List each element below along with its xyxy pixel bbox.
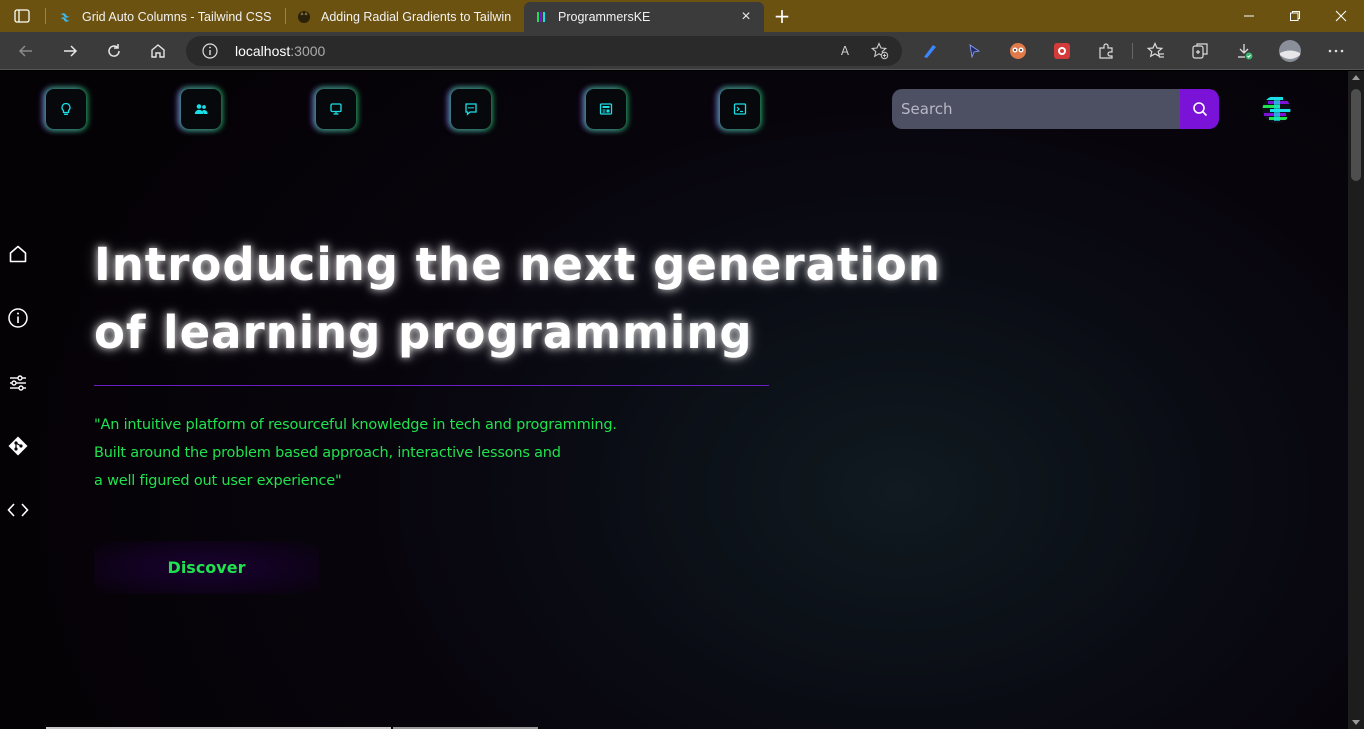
- browser-tab-bar: Grid Auto Columns - Tailwind CSS Adding …: [0, 0, 1364, 32]
- github-icon: [297, 10, 311, 24]
- face-extension-icon[interactable]: [1008, 41, 1028, 61]
- terminal-icon: [733, 103, 747, 115]
- tab-radial-gradients[interactable]: Adding Radial Gradients to Tailwind: [287, 2, 521, 32]
- bulb-icon: [61, 102, 71, 115]
- new-tab-button[interactable]: +: [770, 4, 794, 28]
- favorites-icon[interactable]: [1146, 41, 1166, 61]
- nav-courses-button[interactable]: [316, 89, 356, 129]
- tab-separator: [45, 8, 46, 24]
- extensions-puzzle-icon[interactable]: [1096, 41, 1116, 61]
- code-icon: [7, 503, 29, 517]
- more-options-icon[interactable]: [1326, 41, 1346, 61]
- close-window-button[interactable]: [1318, 0, 1364, 32]
- hero-title-line: of learning programming: [94, 306, 753, 359]
- nav-ideas-button[interactable]: [46, 89, 86, 129]
- url-host: localhost: [235, 43, 291, 59]
- tab-actions-icon[interactable]: [8, 6, 36, 26]
- nav-news-button[interactable]: [586, 89, 626, 129]
- tab-programmerske[interactable]: ProgrammersKE ×: [524, 2, 764, 32]
- sidebar-git-button[interactable]: [6, 434, 30, 458]
- scroll-up-arrow-icon[interactable]: [1352, 75, 1360, 80]
- search-button[interactable]: [1180, 89, 1219, 129]
- url-text: localhost:3000: [235, 43, 325, 59]
- tab-title: Grid Auto Columns - Tailwind CSS: [82, 10, 272, 24]
- address-bar[interactable]: localhost:3000 A: [186, 36, 902, 66]
- info-icon: [8, 308, 28, 328]
- close-tab-icon[interactable]: ×: [738, 8, 754, 26]
- tailwind-icon: [58, 10, 72, 24]
- sidebar-settings-button[interactable]: [6, 371, 30, 395]
- programmerske-logo-icon: [1262, 95, 1291, 124]
- hero-title: Introducing the next generation of learn…: [94, 231, 954, 367]
- scrollbar-thumb[interactable]: [1351, 89, 1361, 181]
- url-port: :3000: [290, 43, 326, 59]
- nav-forum-button[interactable]: [451, 89, 491, 129]
- pen-extension-icon[interactable]: [920, 41, 940, 61]
- cursor-extension-icon[interactable]: [964, 41, 984, 61]
- chat-icon: [465, 103, 477, 116]
- sliders-icon: [10, 375, 26, 391]
- nav-terminal-button[interactable]: [720, 89, 760, 129]
- tab-title: Adding Radial Gradients to Tailwind: [321, 10, 511, 24]
- home-button[interactable]: [144, 37, 172, 65]
- browser-toolbar: localhost:3000 A: [0, 32, 1364, 70]
- hero-title-line: Introducing the next generation: [94, 238, 941, 291]
- sidebar-home-button[interactable]: [6, 242, 30, 266]
- scroll-down-arrow-icon[interactable]: [1352, 720, 1360, 725]
- search-bar: [892, 89, 1219, 129]
- hero-description-line: a well figured out user experience": [94, 473, 342, 489]
- monitor-icon: [330, 103, 342, 115]
- hero-description-line: "An intuitive platform of resourceful kn…: [94, 417, 617, 433]
- add-favorite-icon[interactable]: [871, 42, 889, 60]
- forward-button[interactable]: [56, 37, 84, 65]
- restore-button[interactable]: [1272, 0, 1318, 32]
- sidebar-code-button[interactable]: [6, 498, 30, 522]
- nav-community-button[interactable]: [181, 89, 221, 129]
- discover-button[interactable]: Discover: [94, 541, 319, 594]
- read-aloud-icon[interactable]: A: [836, 42, 854, 60]
- site-info-icon[interactable]: [202, 43, 218, 59]
- home-icon: [9, 245, 27, 263]
- newspaper-icon: [599, 103, 613, 115]
- profile-avatar[interactable]: [1278, 39, 1302, 63]
- hero-description-line: Built around the problem based approach,…: [94, 445, 561, 461]
- search-icon: [1192, 102, 1207, 117]
- search-input[interactable]: [892, 89, 1180, 129]
- tab-separator: [285, 8, 286, 24]
- site-logo[interactable]: [1260, 93, 1293, 126]
- hero-description: "An intuitive platform of resourceful kn…: [94, 411, 654, 495]
- vertical-scrollbar[interactable]: [1348, 71, 1364, 729]
- users-icon: [194, 104, 208, 114]
- downloads-icon[interactable]: [1234, 41, 1254, 61]
- back-button[interactable]: [12, 37, 40, 65]
- programmerske-icon: [534, 10, 548, 24]
- refresh-button[interactable]: [100, 37, 128, 65]
- sidebar-info-button[interactable]: [6, 306, 30, 330]
- git-icon: [8, 436, 28, 456]
- tab-title: ProgrammersKE: [558, 10, 651, 24]
- hero-divider: [94, 385, 769, 386]
- toolbar-separator: [1132, 43, 1133, 59]
- red-extension-icon[interactable]: [1052, 41, 1072, 61]
- collections-icon[interactable]: [1190, 41, 1210, 61]
- page-viewport: Introducing the next generation of learn…: [0, 71, 1348, 729]
- tab-grid-auto-columns[interactable]: Grid Auto Columns - Tailwind CSS: [48, 2, 284, 32]
- minimize-button[interactable]: [1226, 0, 1272, 32]
